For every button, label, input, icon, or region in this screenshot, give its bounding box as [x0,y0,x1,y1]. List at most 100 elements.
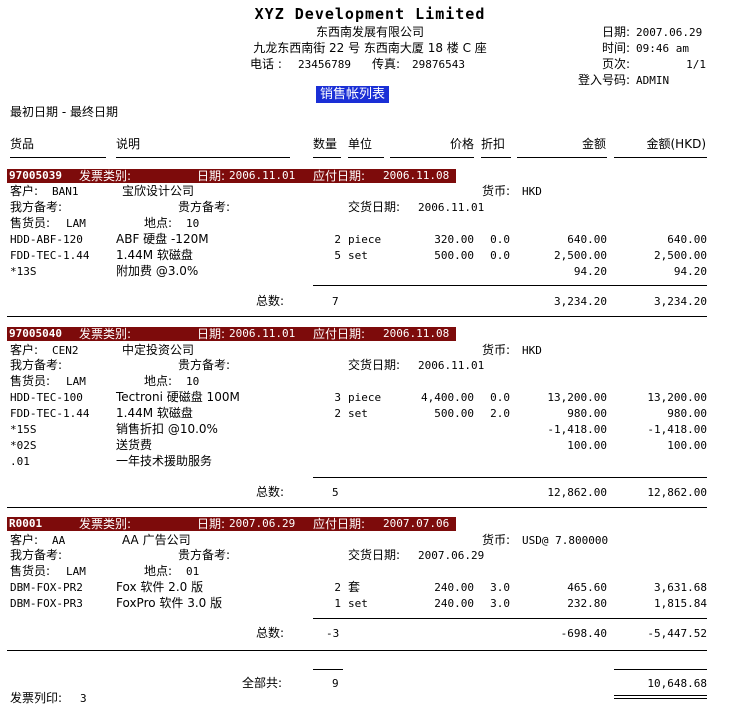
grand-total-double-line [614,698,707,699]
subtotal-divider [313,477,707,478]
line-amount: -1,418.00 [547,423,607,436]
line-unit: 套 [348,580,361,594]
col-amount-hkd: 金额(HKD) [646,137,707,151]
your-ref-label: 贵方备考: [178,200,231,214]
grand-total-divider [313,669,343,670]
company-name-cn: 东西南发展有限公司 [315,25,424,39]
subtotal-qty: -3 [326,627,340,640]
line-amount: 232.80 [567,597,607,610]
line-price: 500.00 [434,249,474,262]
line-amount: 640.00 [567,233,607,246]
our-ref-label: 我方备考: [10,358,63,372]
grand-total-amount-hkd: 10,648.68 [647,677,707,690]
currency-value: USD@ 7.800000 [522,534,609,547]
col-underline [116,157,290,158]
delivery-date: 2006.11.01 [418,201,485,214]
grand-total-qty: 9 [332,677,339,690]
grand-total-double-line [614,695,707,696]
col-underline [10,157,106,158]
invoice-header-bar: R0001 发票类别: 日期: 2007.06.29 应付日期: 2007.07… [7,517,456,531]
our-ref-label: 我方备考: [10,200,63,214]
col-unit: 单位 [348,137,373,151]
invoice-due-date: 2007.07.06 [383,517,450,530]
invoice-due-date: 2006.11.08 [383,327,450,340]
phone-label: 电话 : [250,57,282,71]
line-item: HDD-TEC-100 [10,391,83,404]
line-item: .01 [10,455,30,468]
line-price: 240.00 [434,597,474,610]
salesman-label: 售货员: [10,374,51,388]
invoice-type-label: 发票类别: [79,517,132,531]
invoice-number: 97005039 [9,169,62,182]
line-item: HDD-ABF-120 [10,233,83,246]
meta-page-label: 页次: [601,57,630,71]
salesman-value: LAM [66,375,86,388]
subtotal-amount-hkd: 12,862.00 [647,486,707,499]
col-item: 货品 [10,137,35,151]
customer-name: AA 广告公司 [122,533,191,547]
currency-label: 货币: [482,533,511,547]
subtotal-amount: 12,862.00 [547,486,607,499]
line-desc: Tectroni 硬磁盘 100M [116,390,240,404]
subtotal-amount: 3,234.20 [554,295,607,308]
meta-login-value: ADMIN [636,74,670,87]
invoice-separator [7,507,707,508]
line-amount-hkd: 980.00 [667,407,707,420]
meta-time-label: 时间: [601,41,630,55]
line-unit: piece [348,233,382,246]
invoice-type-label: 发票类别: [79,169,132,183]
subtotal-qty: 7 [332,295,339,308]
line-qty: 5 [334,249,341,262]
invoice-number: R0001 [9,517,43,530]
line-unit: set [348,597,368,610]
currency-value: HKD [522,185,542,198]
line-qty: 2 [334,581,341,594]
line-amount-hkd: -1,418.00 [647,423,707,436]
location-value: 10 [186,217,200,230]
col-underline [313,157,341,158]
customer-label: 客户: [10,184,39,198]
line-price: 4,400.00 [421,391,474,404]
subtotal-qty: 5 [332,486,339,499]
col-underline [481,157,511,158]
line-unit: piece [348,391,382,404]
customer-code: CEN2 [52,344,79,357]
line-discount: 3.0 [490,597,510,610]
salesman-value: LAM [66,565,86,578]
subtotal-label: 总数: [256,294,285,308]
date-range: 最初日期 - 最终日期 [10,105,118,119]
line-desc: 送货费 [116,438,153,452]
line-amount-hkd: 94.20 [673,265,707,278]
invoice-date-label: 日期: [197,517,226,531]
subtotal-amount: -698.40 [560,627,607,640]
grand-total-label: 全部共: [242,676,283,690]
line-amount: 13,200.00 [547,391,607,404]
salesman-label: 售货员: [10,216,51,230]
delivery-date-label: 交货日期: [348,200,401,214]
invoice-header-bar: 97005039 发票类别: 日期: 2006.11.01 应付日期: 2006… [7,169,456,183]
delivery-date: 2007.06.29 [418,549,485,562]
print-count-label: 发票列印: [10,691,63,705]
line-item: *13S [10,265,37,278]
line-item: DBM-FOX-PR3 [10,597,83,610]
our-ref-label: 我方备考: [10,548,63,562]
meta-page-value: 1/1 [686,58,706,71]
invoice-due-label: 应付日期: [313,517,366,531]
meta-time-value: 09:46 am [636,42,689,55]
location-value: 10 [186,375,200,388]
customer-code: BAN1 [52,185,79,198]
line-discount: 2.0 [490,407,510,420]
subtotal-amount-hkd: 3,234.20 [654,295,707,308]
line-discount: 0.0 [490,391,510,404]
customer-label: 客户: [10,533,39,547]
line-amount-hkd: 2,500.00 [654,249,707,262]
location-label: 地点: [144,374,173,388]
your-ref-label: 贵方备考: [178,358,231,372]
line-qty: 2 [334,407,341,420]
customer-name: 宝欣设计公司 [122,184,195,198]
line-discount: 0.0 [490,249,510,262]
print-count-value: 3 [80,692,87,705]
grand-total-divider [614,669,707,670]
line-qty: 3 [334,391,341,404]
company-name-en: XYZ Development Limited [254,5,486,23]
